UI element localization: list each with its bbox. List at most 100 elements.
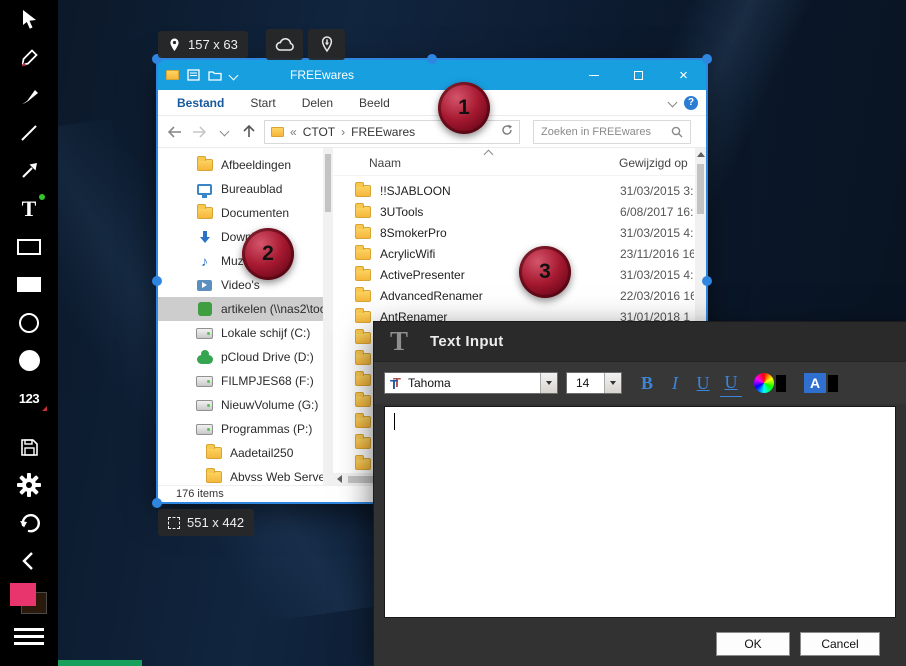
video-icon bbox=[196, 279, 213, 291]
nav-item[interactable]: Video's bbox=[158, 273, 323, 297]
breadcrumb-collapsed[interactable]: « bbox=[290, 125, 297, 139]
rectangle-outline-tool-button[interactable] bbox=[6, 230, 52, 263]
scroll-up-icon[interactable] bbox=[696, 152, 705, 157]
up-button[interactable] bbox=[239, 121, 259, 143]
file-row[interactable]: AdvancedRenamer 22/03/2016 16 bbox=[333, 285, 695, 306]
color-swatch-button[interactable] bbox=[6, 582, 52, 615]
upload-cloud-button[interactable] bbox=[266, 29, 303, 60]
cancel-button[interactable]: Cancel bbox=[800, 632, 880, 656]
back-button[interactable] bbox=[6, 544, 52, 577]
ribbon-collapse-icon[interactable] bbox=[667, 97, 678, 108]
maximize-button[interactable] bbox=[616, 60, 661, 90]
nav-item[interactable]: Documenten bbox=[158, 201, 323, 225]
number-badge-3[interactable]: 3 bbox=[519, 246, 571, 298]
highlighter-tool-button[interactable] bbox=[6, 40, 52, 73]
pen-tool-button[interactable] bbox=[6, 78, 52, 111]
nav-item[interactable]: NieuwVolume (G:) bbox=[158, 393, 323, 417]
file-row[interactable]: ActivePresenter 31/03/2015 4: bbox=[333, 264, 695, 285]
ok-button[interactable]: OK bbox=[716, 632, 790, 656]
font-size-value: 14 bbox=[576, 376, 590, 390]
active-color-dot bbox=[39, 194, 45, 200]
text-tool-button[interactable]: T bbox=[6, 192, 52, 225]
number-badge-2[interactable]: 2 bbox=[242, 228, 294, 280]
scroll-left-icon[interactable] bbox=[337, 475, 342, 483]
number-badge-1[interactable]: 1 bbox=[438, 82, 490, 134]
undo-button[interactable] bbox=[6, 506, 52, 539]
underline-button[interactable]: U bbox=[692, 369, 714, 397]
double-underline-button[interactable]: U bbox=[720, 369, 742, 397]
nav-item[interactable]: Programmas (P:) bbox=[158, 417, 323, 441]
color-wheel-icon[interactable] bbox=[754, 373, 774, 393]
dropdown-arrow-icon[interactable] bbox=[540, 373, 557, 393]
rectangle-filled-tool-button[interactable] bbox=[6, 268, 52, 301]
highlight-color-button[interactable]: A bbox=[804, 373, 826, 393]
nav-item[interactable]: Lokale schijf (C:) bbox=[158, 321, 323, 345]
file-row[interactable]: 8SmokerPro 31/03/2015 4: bbox=[333, 222, 695, 243]
ellipse-outline-icon bbox=[19, 312, 39, 333]
tab-delen[interactable]: Delen bbox=[289, 90, 346, 115]
qat-properties-icon[interactable] bbox=[187, 69, 200, 81]
help-icon[interactable]: ? bbox=[684, 95, 698, 110]
breadcrumb-ctot[interactable]: CTOT bbox=[303, 125, 335, 139]
text-color-chip[interactable] bbox=[776, 374, 786, 392]
dropdown-arrow-icon[interactable] bbox=[604, 373, 621, 393]
text-input-area[interactable] bbox=[384, 406, 896, 618]
drive-icon bbox=[196, 375, 213, 387]
italic-button[interactable]: I bbox=[664, 369, 686, 397]
recent-locations-button[interactable] bbox=[214, 121, 234, 143]
nav-item[interactable]: pCloud Drive (D:) bbox=[158, 345, 323, 369]
nav-item[interactable]: Downloads bbox=[158, 225, 323, 249]
nav-item[interactable]: FILMPJES68 (F:) bbox=[158, 369, 323, 393]
font-size-select[interactable]: 14 bbox=[566, 372, 622, 394]
ellipse-outline-tool-button[interactable] bbox=[6, 306, 52, 339]
forward-arrow-icon bbox=[192, 125, 206, 138]
number-stamp-tool-button[interactable]: 123 bbox=[6, 382, 52, 415]
cursor-tool-button[interactable] bbox=[6, 2, 52, 35]
nav-scrollbar[interactable] bbox=[323, 148, 333, 485]
nav-item[interactable]: Aadetail250 bbox=[158, 441, 323, 465]
forward-button[interactable] bbox=[189, 121, 209, 143]
file-row[interactable]: AcrylicWifi 23/11/2016 16 bbox=[333, 243, 695, 264]
nav-item-selected[interactable]: artikelen (\\nas2\too bbox=[158, 297, 323, 321]
nav-item[interactable]: ♪ Muziek bbox=[158, 249, 323, 273]
refresh-button[interactable] bbox=[501, 124, 513, 139]
minimize-button[interactable] bbox=[571, 60, 616, 90]
arrow-tool-button[interactable] bbox=[6, 154, 52, 187]
column-header-modified[interactable]: Gewijzigd op bbox=[619, 156, 688, 170]
nav-item[interactable]: Abvss Web Server bbox=[158, 465, 323, 485]
network-drive-icon bbox=[196, 423, 213, 435]
tab-start[interactable]: Start bbox=[237, 90, 288, 115]
nav-item[interactable]: Afbeeldingen bbox=[158, 153, 323, 177]
tab-bestand[interactable]: Bestand bbox=[164, 90, 237, 115]
dialog-header[interactable]: T Text Input bbox=[374, 322, 906, 362]
breadcrumb-freewares[interactable]: FREEwares bbox=[351, 125, 415, 139]
explorer-titlebar[interactable]: FREEwares × bbox=[158, 60, 706, 90]
pin-download-icon bbox=[321, 35, 332, 52]
folder-icon bbox=[355, 244, 371, 260]
back-button[interactable] bbox=[164, 121, 184, 143]
app-folder-icon bbox=[166, 70, 179, 80]
gear-icon bbox=[17, 472, 41, 497]
highlight-color-chip[interactable] bbox=[828, 374, 838, 392]
qat-new-folder-icon[interactable] bbox=[208, 69, 222, 81]
ellipse-filled-tool-button[interactable] bbox=[6, 344, 52, 377]
bold-button[interactable]: B bbox=[636, 369, 658, 397]
line-tool-button[interactable] bbox=[6, 116, 52, 149]
tab-beeld[interactable]: Beeld bbox=[346, 90, 403, 115]
file-row[interactable]: !!SJABLOON 31/03/2015 3: bbox=[333, 180, 695, 201]
menu-button[interactable] bbox=[6, 620, 52, 653]
settings-button[interactable] bbox=[6, 468, 52, 501]
nav-item[interactable]: Bureaublad bbox=[158, 177, 323, 201]
save-button[interactable] bbox=[6, 430, 52, 463]
qat-chevron-down-icon[interactable] bbox=[228, 70, 239, 80]
list-scrollbar-thumb[interactable] bbox=[697, 164, 704, 214]
folder-icon bbox=[355, 307, 371, 323]
search-box[interactable]: Zoeken in FREEwares bbox=[533, 119, 691, 144]
pictures-folder-icon bbox=[196, 156, 213, 171]
close-button[interactable]: × bbox=[661, 60, 706, 90]
font-family-select[interactable]: TT Tahoma bbox=[384, 372, 558, 394]
column-header-name[interactable]: Naam bbox=[369, 156, 619, 170]
nav-scrollbar-thumb[interactable] bbox=[325, 154, 331, 212]
pin-capture-button[interactable] bbox=[308, 29, 345, 60]
file-row[interactable]: 3UTools 6/08/2017 16: bbox=[333, 201, 695, 222]
